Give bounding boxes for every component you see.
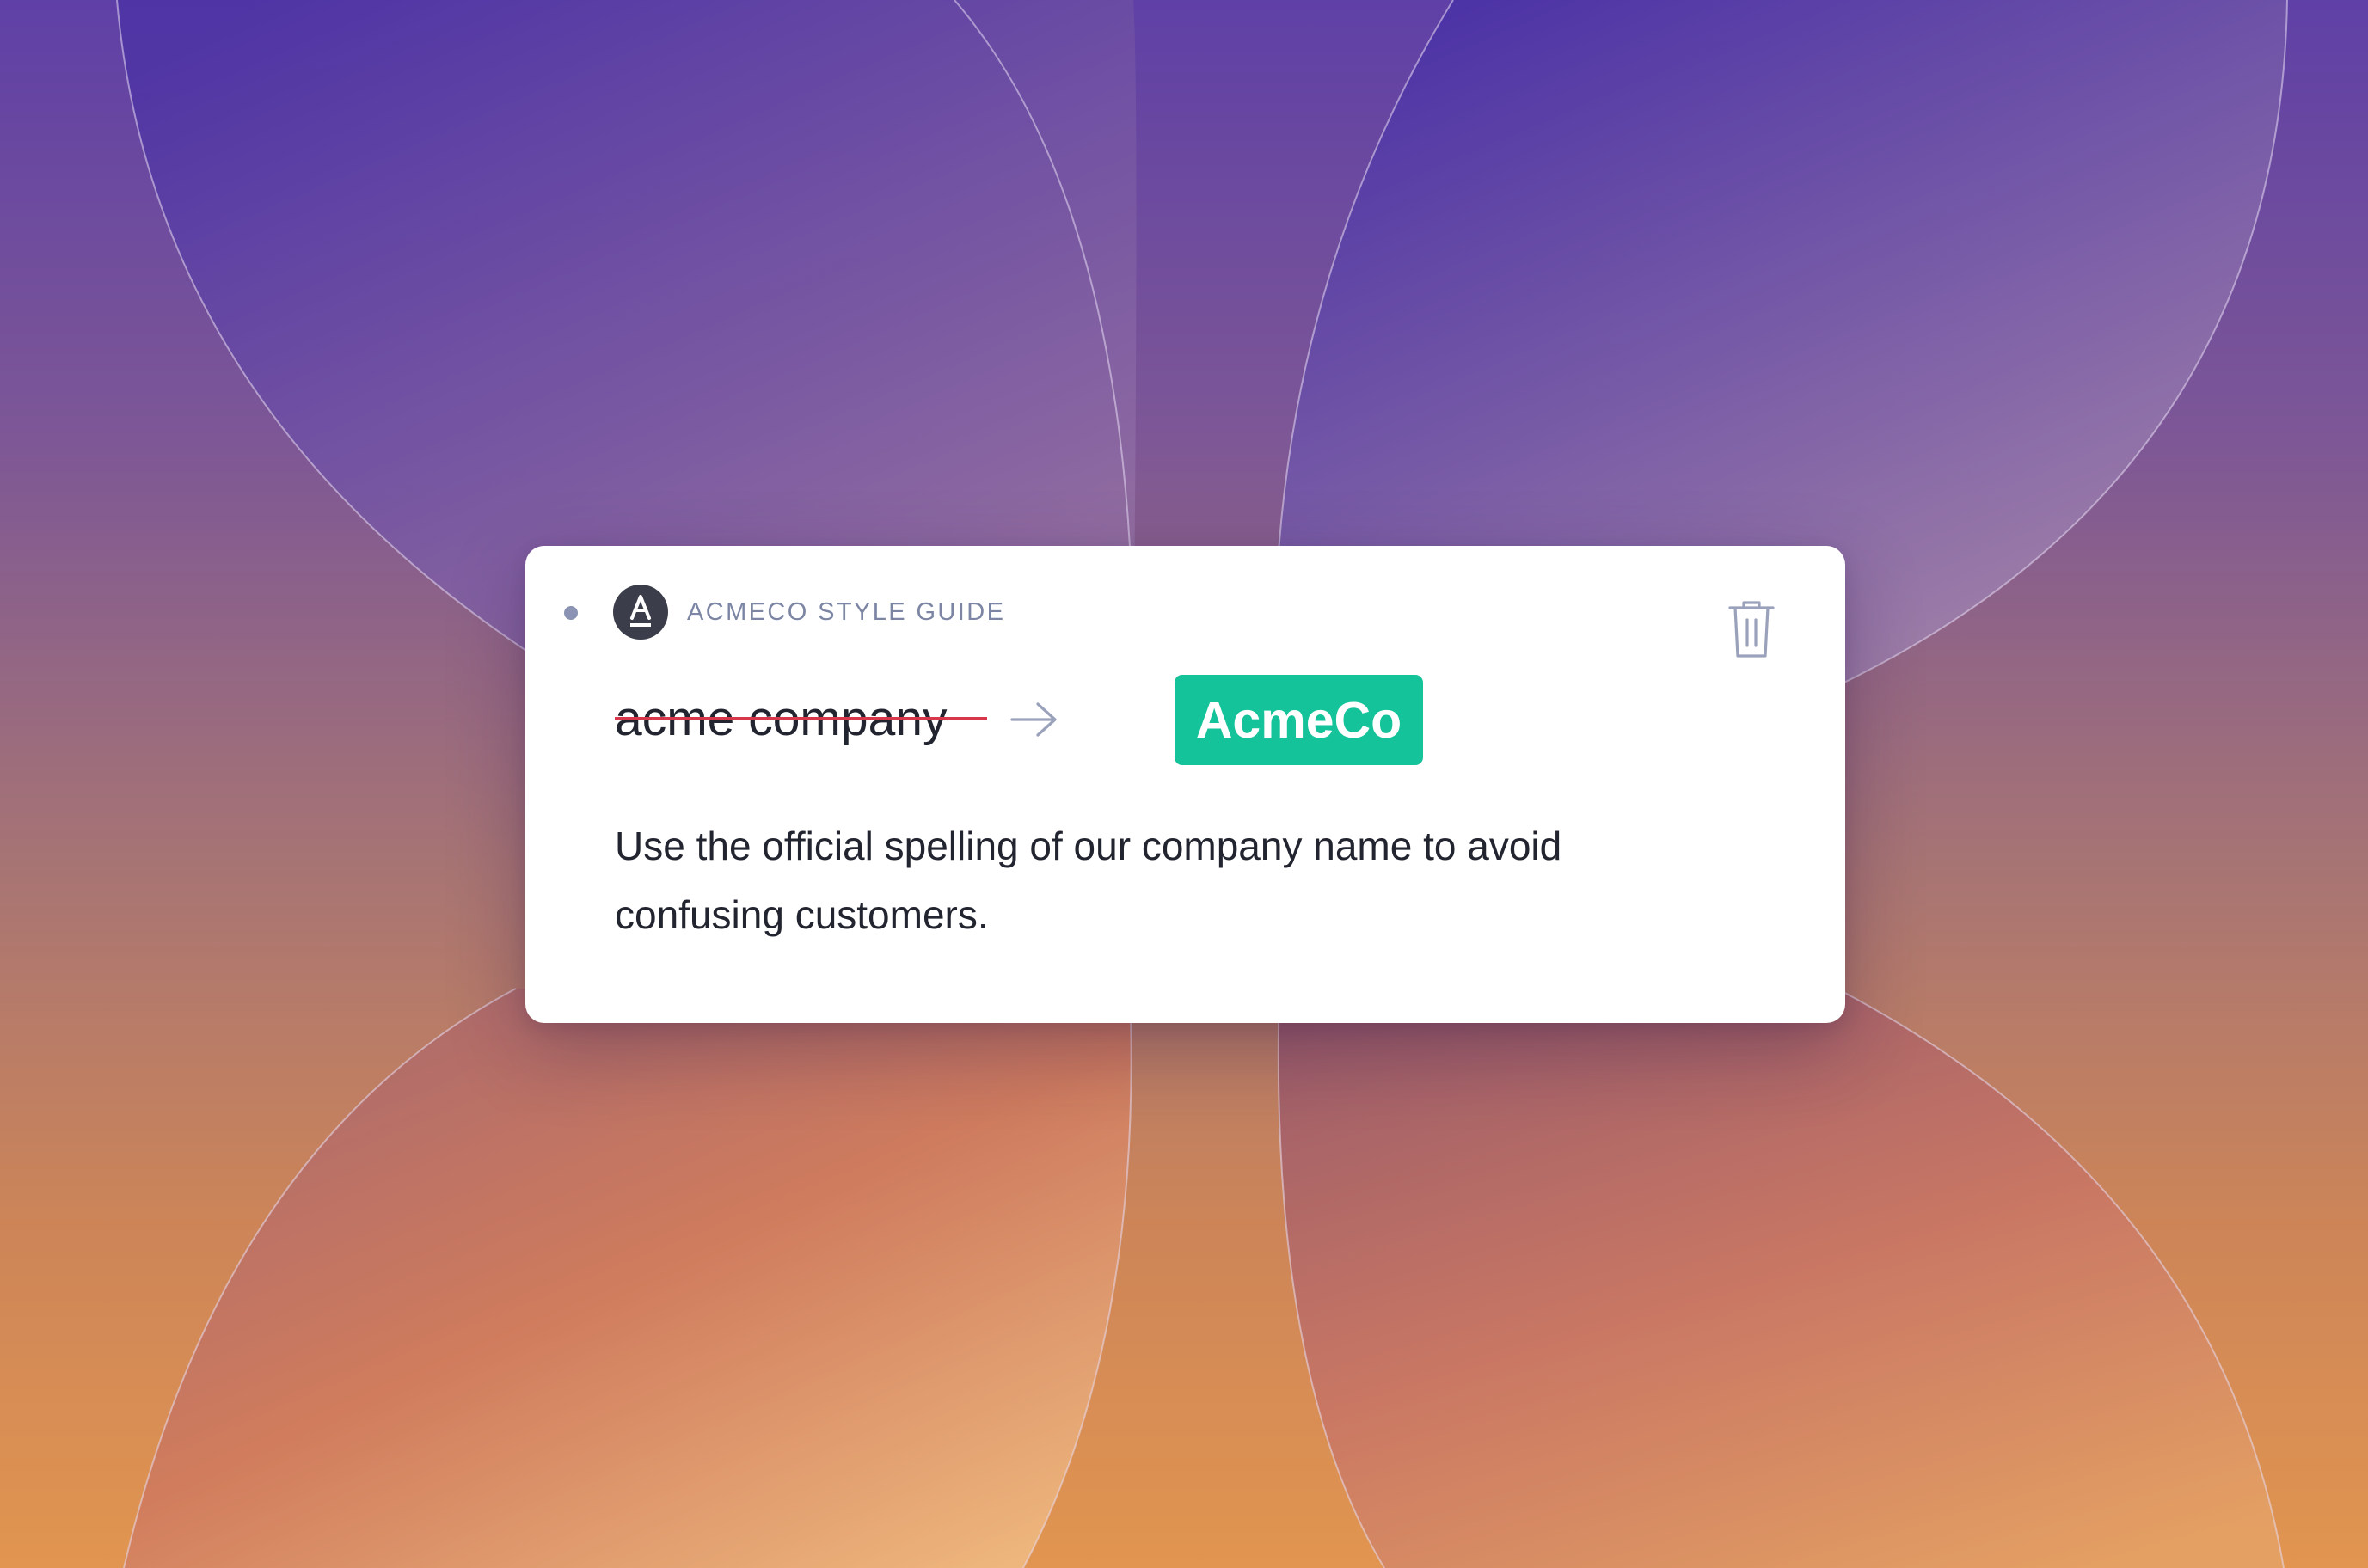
trash-icon[interactable] — [1723, 597, 1780, 659]
status-dot — [564, 606, 578, 620]
replacement-suggestion-button[interactable]: AcmeCo — [1175, 675, 1423, 765]
petal-bottom-right — [1278, 946, 2284, 1568]
style-guide-suggestion-card: ACMECO STYLE GUIDE acme company AcmeCo U… — [525, 546, 1845, 1023]
strikethrough-line — [615, 717, 987, 720]
arrow-right-icon — [1010, 702, 1057, 737]
style-guide-logo-icon — [613, 585, 668, 640]
style-guide-name: ACMECO STYLE GUIDE — [687, 598, 1006, 626]
suggestion-row: acme company AcmeCo — [615, 675, 1733, 769]
petal-bottom-left — [124, 989, 1132, 1568]
explanation-text: Use the official spelling of our company… — [615, 824, 1562, 937]
